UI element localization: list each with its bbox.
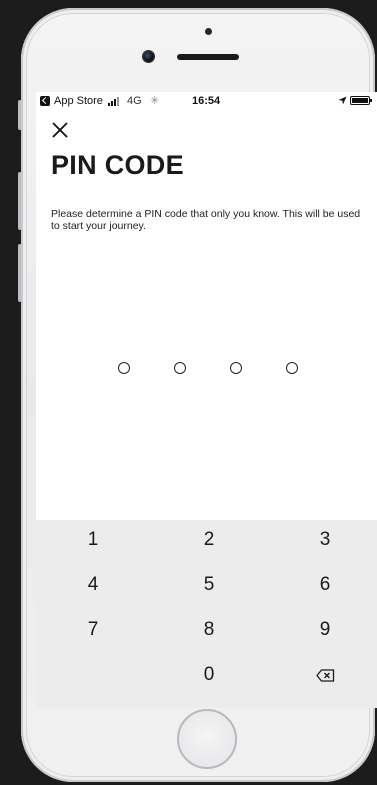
location-arrow-icon: [338, 96, 347, 105]
backspace-button[interactable]: [275, 656, 375, 694]
close-icon[interactable]: [50, 120, 70, 140]
page-title: PIN CODE: [51, 150, 184, 180]
key-8[interactable]: 8: [159, 611, 259, 649]
status-bar: App Store 4G ✳ 16:54: [36, 92, 377, 112]
pin-dot-1: [118, 362, 130, 374]
back-app-label[interactable]: App Store: [54, 95, 103, 107]
key-blank: [43, 656, 143, 694]
home-button[interactable]: [177, 709, 237, 769]
pin-indicator: [118, 362, 308, 378]
signal-icon: [108, 97, 119, 106]
earpiece-speaker: [177, 54, 239, 60]
page: App Store 4G ✳ 16:54 PIN CODE Please det…: [0, 0, 377, 785]
key-5[interactable]: 5: [159, 566, 259, 604]
key-9[interactable]: 9: [275, 611, 375, 649]
key-1[interactable]: 1: [43, 521, 143, 559]
battery-icon: [350, 96, 372, 105]
key-0[interactable]: 0: [159, 656, 259, 694]
backspace-icon: [315, 668, 334, 682]
key-3[interactable]: 3: [275, 521, 375, 559]
clock: 16:54: [192, 95, 221, 107]
proximity-sensor: [205, 28, 212, 35]
key-7[interactable]: 7: [43, 611, 143, 649]
network-type: 4G: [127, 95, 142, 107]
screen: App Store 4G ✳ 16:54 PIN CODE Please det…: [36, 92, 377, 708]
front-camera: [143, 51, 154, 62]
back-to-app-icon[interactable]: [40, 96, 50, 106]
pin-dot-3: [230, 362, 242, 374]
pin-dot-2: [174, 362, 186, 374]
pin-description: Please determine a PIN code that only yo…: [51, 208, 361, 232]
key-4[interactable]: 4: [43, 566, 143, 604]
numeric-keypad: 1 2 3 4 5 6 7 8 9 0: [36, 520, 377, 708]
key-2[interactable]: 2: [159, 521, 259, 559]
key-6[interactable]: 6: [275, 566, 375, 604]
pin-dot-4: [286, 362, 298, 374]
activity-spinner-icon: ✳: [150, 95, 160, 107]
